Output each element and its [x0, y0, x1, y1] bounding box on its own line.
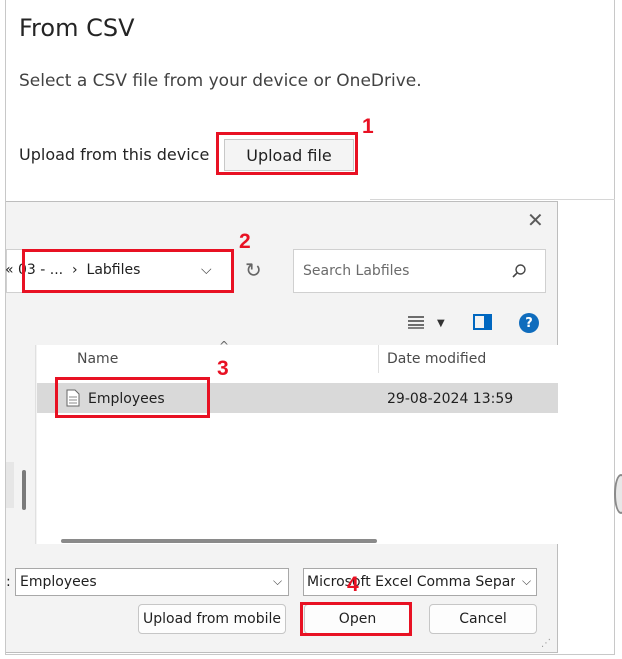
scroll-edge-indicator	[614, 474, 622, 514]
annotation-number-1: 1	[362, 115, 374, 138]
horizontal-scrollbar[interactable]	[61, 539, 377, 543]
search-placeholder: Search Labfiles	[303, 263, 410, 279]
annotation-box-4	[300, 602, 412, 636]
preview-pane-icon[interactable]	[473, 314, 492, 330]
cancel-button[interactable]: Cancel	[429, 604, 537, 634]
annotation-number-3: 3	[217, 357, 229, 380]
view-caret-icon[interactable]: ▼	[437, 318, 445, 329]
close-icon[interactable]: ✕	[527, 210, 544, 230]
page-title: From CSV	[19, 14, 135, 42]
search-icon[interactable]	[511, 263, 527, 279]
column-header-name[interactable]: Name	[77, 351, 118, 367]
column-header-date[interactable]: Date modified	[387, 351, 486, 367]
annotation-number-2: 2	[239, 230, 251, 253]
chevron-down-icon[interactable]: ⌵	[522, 574, 531, 589]
file-list	[37, 345, 558, 544]
column-separator[interactable]	[378, 345, 379, 373]
sort-caret-icon: ^	[219, 339, 230, 353]
resize-grip-icon[interactable]: ⋰	[541, 638, 551, 649]
annotation-box-3	[55, 377, 210, 418]
view-options-icon[interactable]	[408, 315, 424, 329]
upload-from-mobile-button[interactable]: Upload from mobile	[138, 604, 286, 634]
chevron-down-icon[interactable]: ⌵	[273, 574, 282, 589]
annotation-number-4: 4	[347, 573, 359, 596]
file-name-label: :	[6, 574, 11, 590]
nav-scroll-track	[6, 462, 14, 508]
file-type-value[interactable]: Microsoft Excel Comma Separated Values	[307, 574, 515, 590]
annotation-box-1	[216, 132, 358, 175]
upload-device-label: Upload from this device	[19, 145, 210, 164]
nav-scrollbar[interactable]	[22, 470, 26, 510]
file-name-value[interactable]: Employees	[20, 574, 97, 590]
help-icon[interactable]: ?	[519, 313, 539, 333]
divider	[370, 199, 615, 200]
page-subtitle: Select a CSV file from your device or On…	[19, 71, 422, 91]
annotation-box-2	[22, 249, 234, 293]
navigation-pane	[6, 345, 36, 544]
file-date-modified: 29-08-2024 13:59	[387, 391, 514, 407]
refresh-icon[interactable]: ↻	[245, 258, 262, 282]
